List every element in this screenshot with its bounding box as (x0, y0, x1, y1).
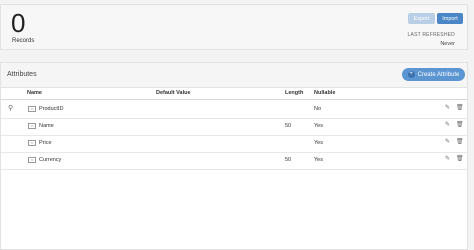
create-attribute-label: Create Attribute (417, 71, 460, 78)
trash-icon[interactable]: 🗑 (456, 138, 464, 145)
edit-icon[interactable]: ✎ (445, 138, 450, 145)
header-divider (1, 99, 467, 100)
column-header-default-value[interactable]: Default Value (156, 90, 191, 96)
attributes-panel: Attributes + Create Attribute Name Defau… (0, 62, 468, 250)
attribute-name: Price (39, 140, 52, 146)
column-header-length[interactable]: Length (285, 90, 303, 96)
attributes-header: Attributes + Create Attribute (1, 63, 467, 88)
attribute-name: ProductID (39, 106, 64, 112)
column-header-name[interactable]: Name (27, 90, 42, 96)
key-icon: ⚲ (8, 105, 14, 112)
attribute-nullable: Yes (314, 157, 323, 163)
attribute-length: 50 (285, 157, 292, 163)
column-header-nullable[interactable]: Nullable (314, 90, 335, 96)
records-label: Records (12, 38, 35, 44)
trash-icon[interactable]: 🗑 (456, 104, 464, 111)
table-row[interactable]: ▭ Name 50 Yes ✎ 🗑 (1, 118, 467, 136)
table-row[interactable]: ▭ Currency 50 Yes ✎ 🗑 (1, 152, 467, 170)
edit-icon[interactable]: ✎ (445, 155, 450, 162)
export-button[interactable]: Export (408, 13, 435, 24)
attributes-title: Attributes (7, 71, 37, 78)
number-icon: ▭ (28, 140, 36, 146)
create-attribute-button[interactable]: + Create Attribute (402, 68, 465, 81)
import-button[interactable]: Import (437, 13, 463, 24)
attribute-nullable: No (314, 106, 322, 112)
edit-icon[interactable]: ✎ (445, 104, 450, 111)
last-refreshed-label: LAST REFRESHED (407, 32, 455, 38)
summary-panel: 0 Records Export Import LAST REFRESHED N… (0, 4, 468, 50)
attribute-nullable: Yes (314, 123, 323, 129)
attribute-name: Currency (39, 157, 62, 163)
attribute-name: Name (39, 123, 54, 129)
table-row[interactable]: ⚲ ▭ ProductID No ✎ 🗑 (1, 101, 467, 119)
trash-icon[interactable]: 🗑 (456, 155, 464, 162)
plus-icon: + (407, 71, 415, 78)
trash-icon[interactable]: 🗑 (456, 121, 464, 128)
id-icon: ▭ (28, 106, 36, 112)
last-refreshed-value: Never (440, 41, 455, 47)
text-icon: ▭ (28, 123, 36, 129)
edit-icon[interactable]: ✎ (445, 121, 450, 128)
attribute-nullable: Yes (314, 140, 323, 146)
table-row[interactable]: ▭ Price Yes ✎ 🗑 (1, 135, 467, 153)
text-icon: ▭ (28, 157, 36, 163)
record-count: 0 (11, 8, 26, 38)
attribute-length: 50 (285, 123, 292, 129)
